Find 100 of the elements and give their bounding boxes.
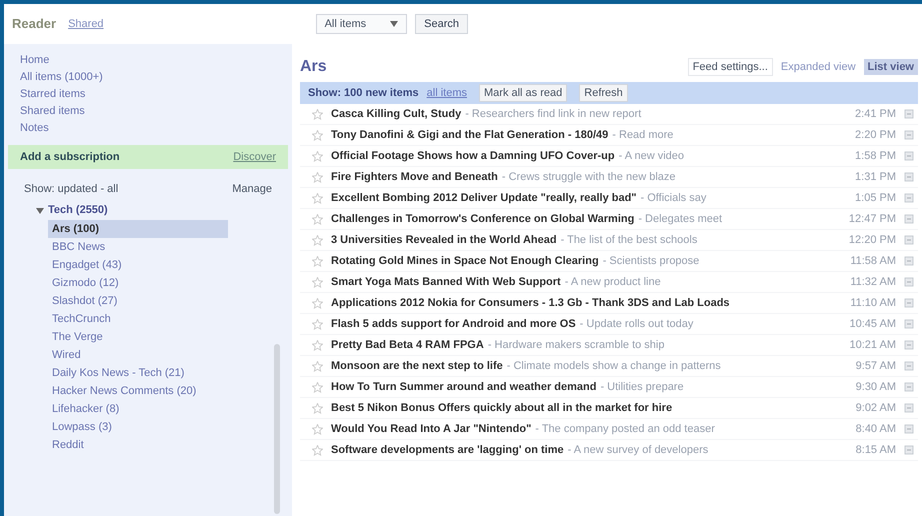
star-icon[interactable] [312,150,323,162]
manage-link[interactable]: Manage [232,181,272,198]
subscription-item[interactable]: Engadget (43) [48,256,228,274]
star-icon[interactable] [312,192,323,204]
item-row[interactable]: Excellent Bombing 2012 Deliver Update "really, really bad" - Officials say 1:05 PM [300,188,918,209]
item-title: Official Footage Shows how a Damning UFO Cover-up [331,148,615,164]
star-icon[interactable] [312,360,323,372]
feed-settings-dropdown[interactable]: Feed settings... [688,58,773,76]
star-icon[interactable] [312,424,323,434]
item-row[interactable]: Fire Fighters Move and Beneath - Crews struggle with the new blaze 1:31 PM [300,167,918,188]
star-icon[interactable] [312,172,323,182]
item-row[interactable]: Pretty Bad Beta 4 RAM FPGA - Hardware makers scramble to ship 10:21 AM [300,335,918,356]
subscription-item[interactable]: BBC News [48,238,228,256]
item-menu-icon[interactable] [904,214,914,224]
item-date: 1:05 PM [854,190,896,206]
subscription-item[interactable]: Daily Kos News - Tech (21) [48,364,228,382]
folder-label[interactable]: Tech (2550) [48,202,108,219]
item-menu-icon[interactable] [904,382,914,392]
item-menu-icon[interactable] [904,424,914,434]
item-title: Casca Killing Cult, Study [331,106,462,122]
mark-all-read-button[interactable]: Mark all as read [479,84,568,102]
item-menu-icon[interactable] [904,172,914,182]
nav-link[interactable]: Shared items [20,103,292,120]
item-snippet: - The company posted an odd teaser [535,422,715,437]
item-menu-icon[interactable] [904,403,914,413]
star-icon[interactable] [312,318,323,330]
search-button[interactable]: Search [415,14,468,34]
refresh-button[interactable]: Refresh [579,84,628,102]
item-date: 11:32 AM [849,274,896,290]
star-icon[interactable] [312,276,323,288]
item-date: 11:58 AM [849,254,896,269]
nav-link[interactable]: All items (1000+) [20,69,292,86]
item-row[interactable]: Casca Killing Cult, Study - Researchers find link in new report 2:41 PM [300,104,918,125]
item-menu-icon[interactable] [904,193,914,203]
subscription-item[interactable]: The Verge [48,328,228,346]
item-title: Rotating Gold Mines in Space Not Enough Clearing [331,254,599,269]
filter-link[interactable]: Show: 100 new items [308,84,419,102]
item-title: Best 5 Nikon Bonus Offers quickly about all in the market for hire [331,400,672,416]
item-row[interactable]: Software developments are 'lagging' on time - A new survey of developers 8:15 AM [300,440,918,461]
item-menu-icon[interactable] [904,235,914,245]
item-row[interactable]: Monsoon are the next step to life - Climate models show a change in patterns 9:57 AM [300,356,918,377]
item-date: 12:20 PM [848,232,896,248]
nav-link[interactable]: Notes [20,120,292,137]
item-row[interactable]: Rotating Gold Mines in Space Not Enough Clearing - Scientists propose 11:58 AM [300,251,918,272]
star-icon[interactable] [312,382,323,392]
star-icon[interactable] [312,214,323,224]
item-snippet: - Crews struggle with the new blaze [502,170,676,185]
star-icon[interactable] [312,130,323,140]
item-date: 11:10 AM [849,296,896,311]
expand-toggle-icon[interactable] [36,206,44,214]
item-row[interactable]: Best 5 Nikon Bonus Offers quickly about all in the market for hire 9:02 AM [300,398,918,419]
item-snippet: - Scientists propose [602,254,700,269]
item-row[interactable]: How To Turn Summer around and weather demand - Utilities prepare 9:30 AM [300,377,918,398]
nav-link[interactable]: Starred items [20,86,292,103]
subscriptions-filter[interactable]: Show: updated - all [24,181,118,198]
star-icon[interactable] [312,340,323,350]
item-row[interactable]: Smart Yoga Mats Banned With Web Support - A new product line 11:32 AM [300,272,918,293]
item-menu-icon[interactable] [904,109,914,119]
subscription-item[interactable]: Slashdot (27) [48,292,228,310]
item-menu-icon[interactable] [904,319,914,329]
item-row[interactable]: 3 Universities Revealed in the World Ahead - The list of the best schools 12:20 PM [300,230,918,251]
star-icon[interactable] [312,108,323,120]
subscription-item[interactable]: Lifehacker (8) [48,400,228,418]
search-scope-dropdown[interactable]: All items [316,14,408,34]
item-title: Excellent Bombing 2012 Deliver Update "really, really bad" [331,190,637,206]
item-row[interactable]: Tony Danofini & Gigi and the Flat Generation - 180/49 - Read more 2:20 PM [300,125,918,146]
item-snippet: - A new video [618,148,684,164]
item-menu-icon[interactable] [904,151,914,161]
subscription-item[interactable]: TechCrunch [48,310,228,328]
star-icon[interactable] [312,444,323,456]
item-menu-icon[interactable] [904,256,914,266]
nav-link[interactable]: Home [20,52,292,69]
subscription-item[interactable]: Reddit [48,436,228,454]
item-date: 8:15 AM [854,442,896,458]
subscription-item[interactable]: Ars (100) [48,220,228,238]
list-view-tab[interactable]: List view [864,58,918,76]
subscription-item[interactable]: Wired [48,346,228,364]
subscription-item[interactable]: Lowpass (3) [48,418,228,436]
add-subscription-button[interactable]: Add a subscription [20,148,120,166]
item-menu-icon[interactable] [904,130,914,140]
star-icon[interactable] [312,256,323,266]
item-row[interactable]: Flash 5 adds support for Android and more OS - Update rolls out today 10:45 AM [300,314,918,335]
item-date: 2:41 PM [854,106,896,122]
item-menu-icon[interactable] [904,277,914,287]
item-row[interactable]: Would You Read Into A Jar "Nintendo" - The company posted an odd teaser 8:40 AM [300,419,918,440]
item-menu-icon[interactable] [904,340,914,350]
item-row[interactable]: Applications 2012 Nokia for Consumers - 1.3 Gb - Thank 3DS and Lab Loads 11:10 AM [300,293,918,314]
item-menu-icon[interactable] [904,298,914,308]
item-title: How To Turn Summer around and weather demand [331,380,596,395]
scrollbar[interactable] [274,344,280,514]
item-row[interactable]: Official Footage Shows how a Damning UFO Cover-up - A new video 1:58 PM [300,146,918,167]
item-date: 1:31 PM [854,170,896,185]
item-row[interactable]: Challenges in Tomorrow's Conference on Global Warming - Delegates meet 12:47 PM [300,209,918,230]
star-icon[interactable] [312,234,323,246]
item-menu-icon[interactable] [904,361,914,371]
item-menu-icon[interactable] [904,445,914,455]
star-icon[interactable] [312,402,323,414]
subscription-item[interactable]: Hacker News Comments (20) [48,382,228,400]
subscription-item[interactable]: Gizmodo (12) [48,274,228,292]
star-icon[interactable] [312,298,323,308]
